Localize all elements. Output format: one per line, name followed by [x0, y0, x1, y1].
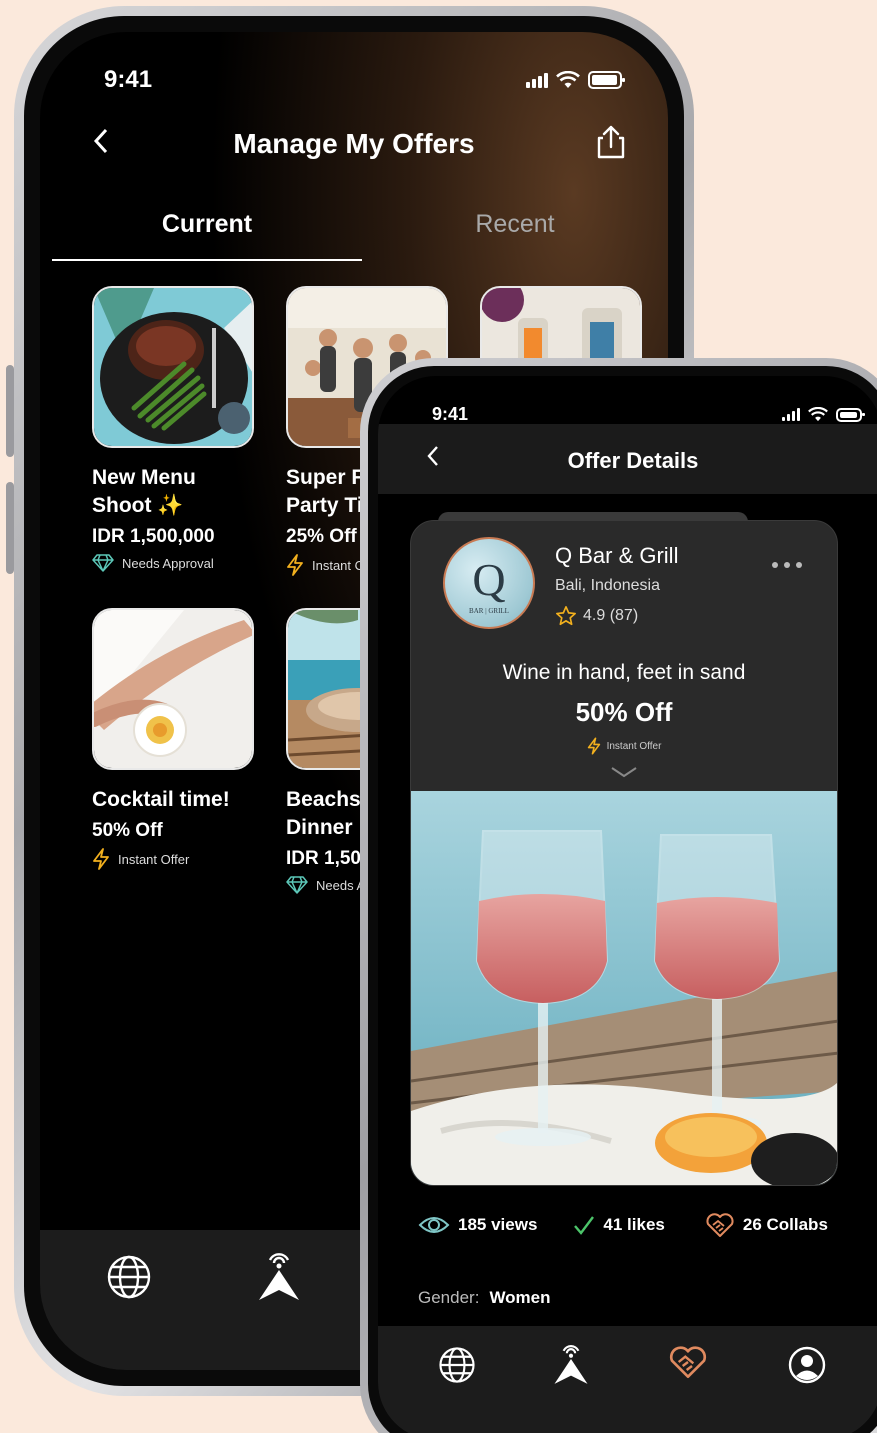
status-icons [526, 71, 625, 89]
venue-name[interactable]: Q Bar & Grill [555, 543, 678, 569]
likes-count: 41 likes [603, 1215, 665, 1234]
wifi-icon [808, 407, 828, 422]
wifi-icon [556, 71, 580, 88]
stat-likes: 41 likes [573, 1214, 665, 1236]
offer-tagline: Wine in hand, feet in sand [502, 661, 746, 684]
header: Offer Details [378, 424, 877, 494]
lightning-icon [93, 848, 109, 870]
offer-title: Cocktail time! [92, 788, 230, 811]
offer-badge-label: Instant Offer [118, 851, 190, 867]
volume-down-button [6, 482, 14, 574]
more-horizontal-icon [772, 562, 802, 568]
nav-broadcast[interactable] [256, 1250, 302, 1307]
page-title: Manage My Offers [233, 128, 475, 159]
front-phone-bezel: 9:41 Offer Details Q BAR | GRILL Q Bar &… [368, 366, 877, 1433]
lightning-icon [587, 737, 600, 755]
handshake-heart-icon [669, 1346, 707, 1378]
battery-icon [588, 71, 625, 89]
battery-icon [836, 407, 865, 422]
offer-discount: 50% Off [575, 697, 673, 727]
offer-detail-card: Q BAR | GRILL Q Bar & Grill Bali, Indone… [410, 520, 838, 1186]
venue-logo: Q BAR | GRILL [443, 537, 535, 629]
page-title: Offer Details [567, 448, 699, 473]
venue-logo-letter: Q [472, 554, 505, 605]
chevron-down-icon [611, 767, 637, 778]
stat-views: 185 views [418, 1214, 537, 1236]
venue-location: Bali, Indonesia [555, 577, 660, 594]
offer-details-screen: 9:41 Offer Details Q BAR | GRILL Q Bar &… [378, 376, 877, 1433]
tab-recent[interactable]: Recent [362, 210, 668, 261]
offer-type: Instant Offer [411, 737, 837, 755]
globe-icon [107, 1255, 151, 1299]
offer-title: New Menu Shoot ✨ [92, 466, 196, 517]
header: Manage My Offers [40, 118, 668, 168]
views-count: 185 views [458, 1215, 538, 1234]
stat-collabs: 26 Collabs [705, 1212, 828, 1238]
status-time: 9:41 [432, 404, 469, 424]
signal-icon [782, 408, 800, 421]
tab-bar: Current Recent [52, 210, 668, 261]
offer-price: IDR 1,500,000 [92, 526, 215, 547]
eye-icon [418, 1217, 450, 1233]
offer-badge-label: Needs Approval [122, 555, 214, 571]
rating-value: 4.9 (87) [583, 607, 639, 624]
offer-badge: Needs Approval [92, 554, 254, 572]
check-icon [574, 1216, 595, 1235]
offer-badge-label: Instant O [312, 557, 365, 573]
venue-rating: 4.9 (87) [555, 605, 638, 627]
tab-current[interactable]: Current [52, 210, 362, 261]
globe-icon [439, 1347, 475, 1383]
offer-thumbnail [92, 286, 254, 448]
volume-up-button [6, 365, 14, 457]
nav-explore[interactable] [106, 1254, 152, 1305]
profile-icon [788, 1346, 826, 1384]
share-icon [597, 125, 625, 159]
gender-row: Gender: Women [418, 1288, 551, 1308]
venue-logo-sub: BAR | GRILL [469, 607, 509, 615]
offer-card[interactable]: New Menu Shoot ✨ IDR 1,500,000 Needs App… [92, 286, 254, 572]
nav-collabs[interactable] [668, 1344, 708, 1385]
nav-explore[interactable] [438, 1346, 476, 1389]
share-button[interactable] [594, 124, 628, 160]
star-icon [556, 606, 576, 626]
offer-thumbnail [92, 608, 254, 770]
offer-badge: Instant Offer [92, 848, 254, 870]
gender-value: Women [489, 1288, 551, 1307]
collabs-count: 26 Collabs [742, 1215, 828, 1234]
offer-photo [411, 791, 837, 1185]
offer-type-label: Instant Offer [606, 740, 662, 752]
offer-stats: 185 views 41 likes 26 Collabs [418, 1212, 877, 1238]
expand-button[interactable] [609, 765, 639, 784]
status-icons [782, 407, 865, 422]
tower-icon [259, 1253, 299, 1300]
signal-icon [526, 72, 548, 88]
offer-card[interactable]: Cocktail time! 50% Off Instant Offer [92, 608, 254, 870]
status-bar: 9:41 [40, 66, 668, 94]
more-options-button[interactable] [771, 549, 803, 575]
diamond-icon [92, 554, 114, 572]
front-phone: 9:41 Offer Details Q BAR | GRILL Q Bar &… [360, 358, 877, 1433]
tower-icon [554, 1345, 588, 1384]
gender-label: Gender: [418, 1288, 480, 1307]
status-bar: 9:41 [378, 404, 877, 425]
nav-broadcast[interactable] [552, 1342, 590, 1391]
handshake-heart-icon [706, 1213, 734, 1237]
nav-profile[interactable] [788, 1346, 826, 1389]
offer-price: 50% Off [92, 820, 163, 841]
lightning-icon [287, 554, 303, 576]
bottom-nav [378, 1326, 877, 1433]
status-time: 9:41 [104, 66, 153, 93]
diamond-icon [286, 876, 308, 894]
